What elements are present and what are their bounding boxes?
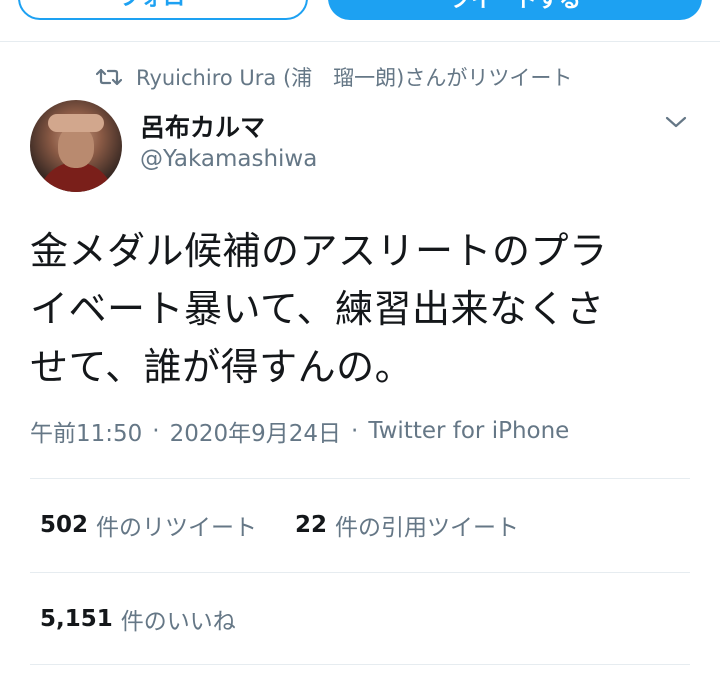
stats-row-retweets: 502 件のリツイート 22 件の引用ツイート [40, 508, 519, 542]
divider [30, 572, 690, 573]
tweet-line: 金メダル候補のアスリートのプラ [30, 229, 608, 273]
avatar-hands [48, 114, 104, 132]
tweet-meta: 午前11:50 · 2020年9月24日 · Twitter for iPhon… [30, 414, 569, 448]
stats-row-likes: 5,151 件のいいね [40, 602, 236, 636]
retweet-label: 件のリツイート [96, 515, 258, 541]
divider [30, 664, 690, 665]
tweet-time[interactable]: 午前11:50 [30, 414, 142, 448]
retweet-count: 502 [40, 512, 89, 538]
retweet-icon [96, 68, 122, 86]
retweet-count-link[interactable]: 502 件のリツイート [40, 508, 257, 542]
quote-count: 22 [295, 512, 328, 538]
follow-button[interactable]: フォロー [18, 0, 308, 20]
like-count: 5,151 [40, 606, 113, 632]
tweet-date[interactable]: 2020年9月24日 [170, 414, 341, 448]
retweet-context[interactable]: Ryuichiro Ura (浦 瑠一朗)さんがリツイート [96, 62, 572, 92]
tweet-text: 金メダル候補のアスリートのプラ イベート暴いて、練習出来なくさ せて、誰が得すん… [30, 222, 690, 396]
like-label: 件のいいね [120, 609, 236, 635]
chevron-down-icon[interactable] [664, 112, 688, 132]
divider [30, 478, 690, 479]
retweet-context-text: Ryuichiro Ura (浦 瑠一朗)さんがリツイート [136, 66, 573, 90]
quote-count-link[interactable]: 22 件の引用ツイート [295, 508, 519, 542]
author-handle[interactable]: @Yakamashiwa [140, 146, 317, 172]
meta-separator: · [351, 418, 359, 444]
tweet-line: せて、誰が得すんの。 [30, 345, 414, 389]
top-action-bar: フォロー ツイートする [0, 0, 720, 42]
tweet-button[interactable]: ツイートする [328, 0, 702, 20]
tweet-line: イベート暴いて、練習出来なくさ [30, 287, 605, 331]
author-display-name[interactable]: 呂布カルマ [140, 108, 265, 144]
avatar[interactable] [30, 100, 122, 192]
quote-label: 件の引用ツイート [335, 515, 520, 541]
avatar-face [58, 126, 94, 168]
meta-separator: · [152, 418, 160, 444]
like-count-link[interactable]: 5,151 件のいいね [40, 602, 236, 636]
tweet-source[interactable]: Twitter for iPhone [368, 418, 569, 444]
